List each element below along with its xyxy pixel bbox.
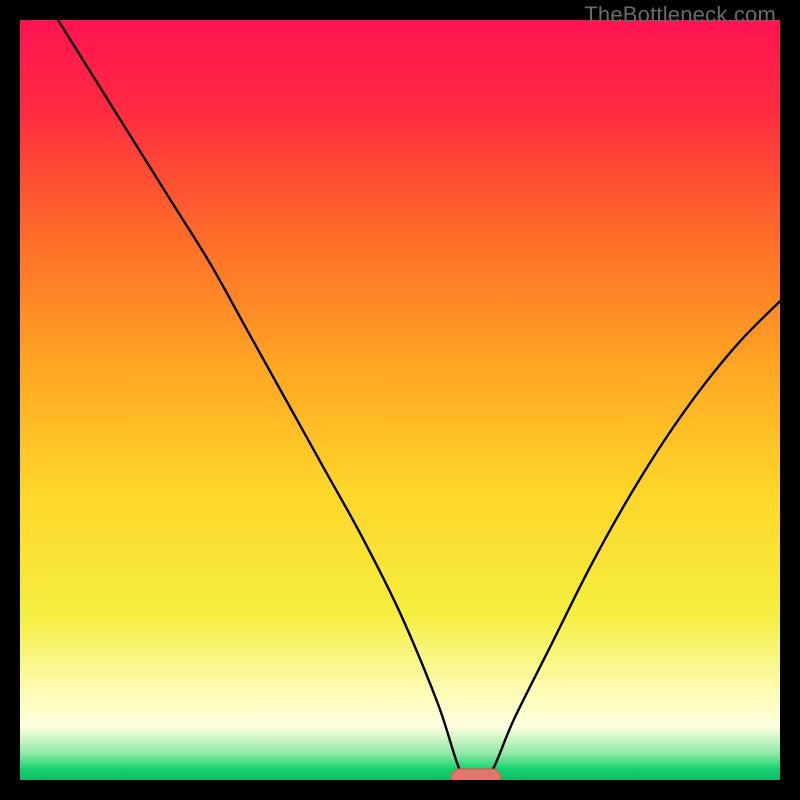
watermark-text: TheBottleneck.com bbox=[584, 2, 776, 28]
chart-frame bbox=[20, 20, 780, 780]
gradient-background bbox=[20, 20, 780, 780]
bottleneck-chart bbox=[20, 20, 780, 780]
optimal-marker bbox=[451, 769, 501, 780]
